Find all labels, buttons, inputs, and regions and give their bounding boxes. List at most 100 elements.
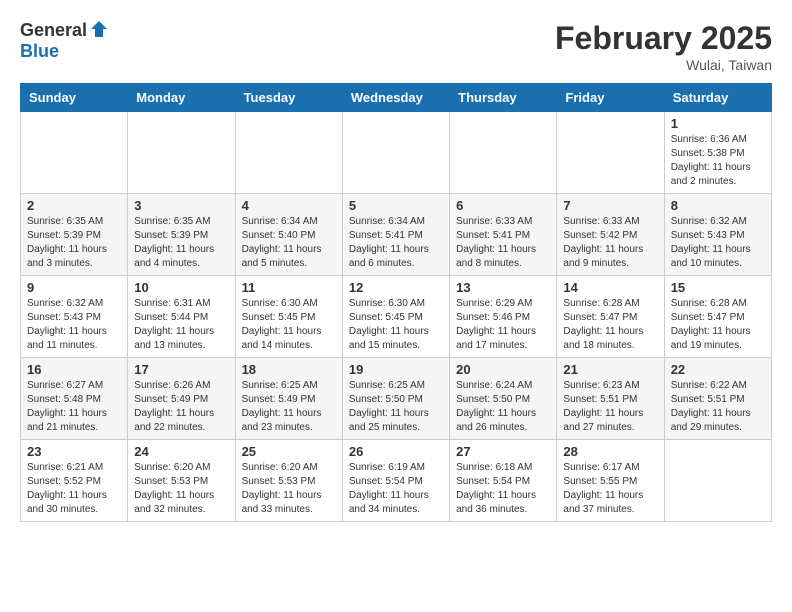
- day-number: 10: [134, 280, 228, 295]
- day-number: 17: [134, 362, 228, 377]
- day-info: Sunrise: 6:35 AM Sunset: 5:39 PM Dayligh…: [27, 215, 121, 271]
- cell-week1-day4: [450, 112, 557, 194]
- cell-week4-day1: 17Sunrise: 6:26 AM Sunset: 5:49 PM Dayli…: [128, 358, 235, 440]
- cell-week2-day4: 6Sunrise: 6:33 AM Sunset: 5:41 PM Daylig…: [450, 194, 557, 276]
- month-title: February 2025: [555, 20, 772, 57]
- cell-week5-day6: [664, 440, 771, 522]
- cell-week4-day2: 18 Sunrise: 6:25 AM Sunset: 5:49 PM Dayli…: [235, 358, 342, 440]
- week-row-4: 16 Sunrise: 6:27 AM Sunset: 5:48 PM Dayli…: [21, 358, 772, 440]
- day-number: 26: [349, 444, 443, 459]
- day-info: Sunrise: 6:23 AM Sunset: 5:51 PM Dayligh…: [563, 379, 657, 435]
- calendar: Sunday Monday Tuesday Wednesday Thursday…: [20, 83, 772, 522]
- day-number: 19: [349, 362, 443, 377]
- day-number: 8: [671, 198, 765, 213]
- day-info: Sunrise: 6:30 AM Sunset: 5:45 PM Dayligh…: [242, 297, 336, 353]
- day-info: Sunrise: 6:34 AM Sunset: 5:41 PM Dayligh…: [349, 215, 443, 271]
- calendar-body: 1 Sunrise: 6:36 AM Sunset: 5:38 PM Daylig…: [21, 112, 772, 522]
- day-number: 1: [671, 116, 765, 131]
- cell-week3-day3: 12Sunrise: 6:30 AM Sunset: 5:45 PM Dayli…: [342, 276, 449, 358]
- day-info: Sunrise: 6:24 AM Sunset: 5:50 PM Dayligh…: [456, 379, 550, 435]
- header-row: Sunday Monday Tuesday Wednesday Thursday…: [21, 84, 772, 112]
- day-number: 20: [456, 362, 550, 377]
- cell-week4-day4: 20 Sunrise: 6:24 AM Sunset: 5:50 PM Dayli…: [450, 358, 557, 440]
- day-info: Sunrise: 6:31 AM Sunset: 5:44 PM Dayligh…: [134, 297, 228, 353]
- day-info: Sunrise: 6:28 AM Sunset: 5:47 PM Dayligh…: [671, 297, 765, 353]
- cell-week5-day0: 23 Sunrise: 6:21 AM Sunset: 5:52 PM Dayli…: [21, 440, 128, 522]
- cell-week4-day6: 22 Sunrise: 6:22 AM Sunset: 5:51 PM Dayli…: [664, 358, 771, 440]
- cell-week2-day5: 7Sunrise: 6:33 AM Sunset: 5:42 PM Daylig…: [557, 194, 664, 276]
- cell-week2-day6: 8 Sunrise: 6:32 AM Sunset: 5:43 PM Daylig…: [664, 194, 771, 276]
- logo-icon: [89, 19, 109, 39]
- header-thursday: Thursday: [450, 84, 557, 112]
- cell-week5-day1: 24 Sunrise: 6:20 AM Sunset: 5:53 PM Dayli…: [128, 440, 235, 522]
- day-info: Sunrise: 6:25 AM Sunset: 5:49 PM Dayligh…: [242, 379, 336, 435]
- cell-week1-day1: [128, 112, 235, 194]
- day-number: 23: [27, 444, 121, 459]
- day-number: 5: [349, 198, 443, 213]
- day-number: 22: [671, 362, 765, 377]
- day-number: 18: [242, 362, 336, 377]
- day-number: 28: [563, 444, 657, 459]
- header: General Blue February 2025 Wulai, Taiwan: [20, 20, 772, 73]
- day-number: 13: [456, 280, 550, 295]
- day-number: 15: [671, 280, 765, 295]
- day-number: 12: [349, 280, 443, 295]
- cell-week5-day2: 25 Sunrise: 6:20 AM Sunset: 5:53 PM Dayli…: [235, 440, 342, 522]
- cell-week5-day3: 26 Sunrise: 6:19 AM Sunset: 5:54 PM Dayli…: [342, 440, 449, 522]
- day-info: Sunrise: 6:36 AM Sunset: 5:38 PM Dayligh…: [671, 133, 765, 189]
- logo-general-text: General: [20, 20, 87, 41]
- day-number: 11: [242, 280, 336, 295]
- header-friday: Friday: [557, 84, 664, 112]
- header-monday: Monday: [128, 84, 235, 112]
- day-number: 21: [563, 362, 657, 377]
- day-info: Sunrise: 6:29 AM Sunset: 5:46 PM Dayligh…: [456, 297, 550, 353]
- week-row-5: 23 Sunrise: 6:21 AM Sunset: 5:52 PM Dayli…: [21, 440, 772, 522]
- day-number: 4: [242, 198, 336, 213]
- week-row-1: 1 Sunrise: 6:36 AM Sunset: 5:38 PM Daylig…: [21, 112, 772, 194]
- day-number: 27: [456, 444, 550, 459]
- day-info: Sunrise: 6:21 AM Sunset: 5:52 PM Dayligh…: [27, 461, 121, 517]
- day-number: 9: [27, 280, 121, 295]
- location: Wulai, Taiwan: [555, 57, 772, 73]
- logo-blue-text: Blue: [20, 41, 59, 62]
- day-info: Sunrise: 6:32 AM Sunset: 5:43 PM Dayligh…: [671, 215, 765, 271]
- day-number: 14: [563, 280, 657, 295]
- header-saturday: Saturday: [664, 84, 771, 112]
- cell-week2-day0: 2 Sunrise: 6:35 AM Sunset: 5:39 PM Daylig…: [21, 194, 128, 276]
- day-info: Sunrise: 6:22 AM Sunset: 5:51 PM Dayligh…: [671, 379, 765, 435]
- calendar-header: Sunday Monday Tuesday Wednesday Thursday…: [21, 84, 772, 112]
- cell-week5-day5: 28 Sunrise: 6:17 AM Sunset: 5:55 PM Dayli…: [557, 440, 664, 522]
- cell-week4-day5: 21 Sunrise: 6:23 AM Sunset: 5:51 PM Dayli…: [557, 358, 664, 440]
- cell-week4-day3: 19Sunrise: 6:25 AM Sunset: 5:50 PM Dayli…: [342, 358, 449, 440]
- title-area: February 2025 Wulai, Taiwan: [555, 20, 772, 73]
- day-info: Sunrise: 6:27 AM Sunset: 5:48 PM Dayligh…: [27, 379, 121, 435]
- header-wednesday: Wednesday: [342, 84, 449, 112]
- day-number: 25: [242, 444, 336, 459]
- day-info: Sunrise: 6:20 AM Sunset: 5:53 PM Dayligh…: [134, 461, 228, 517]
- cell-week1-day6: 1 Sunrise: 6:36 AM Sunset: 5:38 PM Daylig…: [664, 112, 771, 194]
- day-info: Sunrise: 6:18 AM Sunset: 5:54 PM Dayligh…: [456, 461, 550, 517]
- cell-week3-day5: 14Sunrise: 6:28 AM Sunset: 5:47 PM Dayli…: [557, 276, 664, 358]
- day-info: Sunrise: 6:32 AM Sunset: 5:43 PM Dayligh…: [27, 297, 121, 353]
- day-info: Sunrise: 6:20 AM Sunset: 5:53 PM Dayligh…: [242, 461, 336, 517]
- day-info: Sunrise: 6:33 AM Sunset: 5:41 PM Dayligh…: [456, 215, 550, 271]
- day-info: Sunrise: 6:17 AM Sunset: 5:55 PM Dayligh…: [563, 461, 657, 517]
- day-number: 3: [134, 198, 228, 213]
- cell-week2-day2: 4Sunrise: 6:34 AM Sunset: 5:40 PM Daylig…: [235, 194, 342, 276]
- logo: General Blue: [20, 20, 109, 62]
- cell-week3-day0: 9 Sunrise: 6:32 AM Sunset: 5:43 PM Daylig…: [21, 276, 128, 358]
- cell-week2-day3: 5 Sunrise: 6:34 AM Sunset: 5:41 PM Daylig…: [342, 194, 449, 276]
- week-row-2: 2 Sunrise: 6:35 AM Sunset: 5:39 PM Daylig…: [21, 194, 772, 276]
- cell-week1-day3: [342, 112, 449, 194]
- day-number: 7: [563, 198, 657, 213]
- day-info: Sunrise: 6:19 AM Sunset: 5:54 PM Dayligh…: [349, 461, 443, 517]
- header-sunday: Sunday: [21, 84, 128, 112]
- cell-week3-day6: 15 Sunrise: 6:28 AM Sunset: 5:47 PM Dayli…: [664, 276, 771, 358]
- cell-week1-day0: [21, 112, 128, 194]
- day-number: 16: [27, 362, 121, 377]
- cell-week3-day2: 11 Sunrise: 6:30 AM Sunset: 5:45 PM Dayli…: [235, 276, 342, 358]
- day-number: 2: [27, 198, 121, 213]
- cell-week1-day2: [235, 112, 342, 194]
- day-number: 24: [134, 444, 228, 459]
- cell-week3-day4: 13 Sunrise: 6:29 AM Sunset: 5:46 PM Dayli…: [450, 276, 557, 358]
